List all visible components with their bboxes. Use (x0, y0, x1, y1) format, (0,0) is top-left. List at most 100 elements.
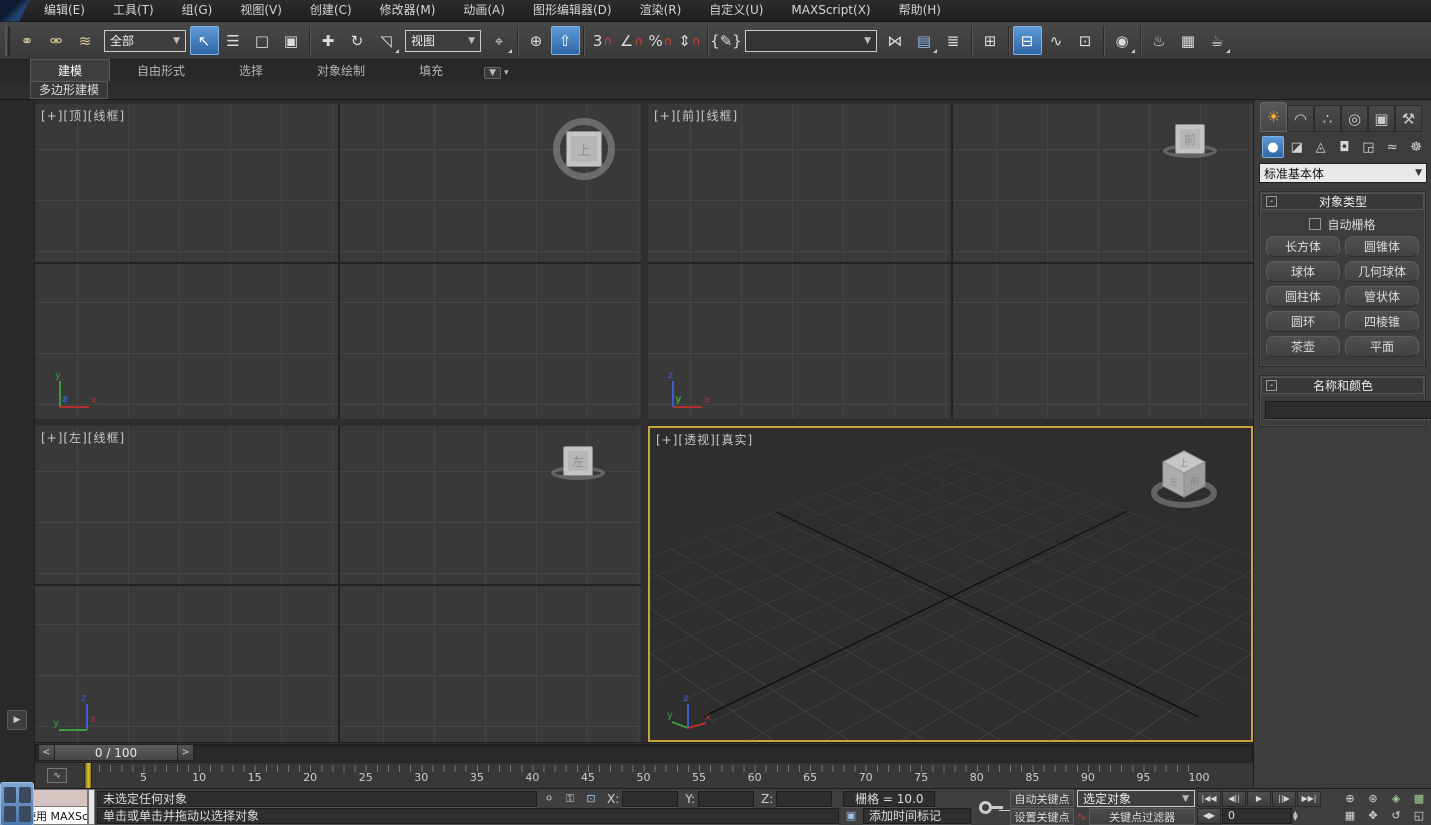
category-shapes[interactable]: ◪ (1286, 136, 1308, 158)
tab-hierarchy[interactable]: ∴ (1314, 105, 1341, 132)
teapot-button[interactable]: 茶壶 (1266, 336, 1340, 357)
percent-snap-button[interactable]: %∩ (646, 26, 675, 55)
ribbon-tab-selection[interactable]: 选择 (212, 60, 290, 81)
select-by-name-button[interactable]: ☰ (219, 26, 248, 55)
unlink-selection-button[interactable]: ⚮ (42, 26, 71, 55)
viewport-front[interactable]: [+][前][线框] 前 z x y (648, 104, 1253, 419)
plane-button[interactable]: 平面 (1345, 336, 1419, 357)
box-button[interactable]: 长方体 (1266, 236, 1340, 257)
reference-coordinate-dropdown[interactable]: 视图▼ (405, 30, 481, 52)
tab-display[interactable]: ▣ (1368, 105, 1395, 132)
next-frame-arrow[interactable]: > (177, 744, 194, 761)
key-mode-toggle-button[interactable]: ◀▶ (1197, 808, 1221, 824)
primitive-category-dropdown[interactable]: 标准基本体▼ (1259, 163, 1427, 183)
cone-button[interactable]: 圆锥体 (1345, 236, 1419, 257)
schematic-view-button[interactable]: ⊡ (1071, 26, 1100, 55)
menu-rendering[interactable]: 渲染(R) (626, 3, 696, 17)
viewcube-front[interactable]: 前 (1171, 122, 1217, 168)
viewport-left[interactable]: [+][左][线框] 左 y x z (35, 426, 641, 742)
viewport-left-label[interactable]: [+][左][线框] (41, 429, 125, 446)
material-editor-button[interactable]: ◉ (1108, 26, 1137, 55)
menu-create[interactable]: 创建(C) (296, 3, 366, 17)
viewcube-perspective[interactable]: 上 左 前 (1141, 442, 1227, 514)
y-coordinate-field[interactable] (698, 791, 754, 807)
window-crossing-button[interactable]: ▣ (277, 26, 306, 55)
select-and-manipulate-button[interactable]: ⊕ (522, 26, 551, 55)
auto-key-button[interactable]: 自动关键点 (1010, 790, 1074, 807)
z-coordinate-field[interactable] (776, 791, 832, 807)
object-name-input[interactable] (1265, 401, 1431, 419)
previous-frame-arrow[interactable]: < (38, 744, 55, 761)
tab-create[interactable]: ☀ (1260, 102, 1287, 132)
viewport-layout-tabs[interactable] (0, 782, 34, 825)
selection-set-dropdown[interactable]: 选定对象▼ (1077, 790, 1195, 807)
render-production-button[interactable]: ☕ (1203, 26, 1232, 55)
menu-customize[interactable]: 自定义(U) (695, 3, 777, 17)
select-and-rotate-button[interactable]: ↻ (343, 26, 372, 55)
bind-to-space-warp-button[interactable]: ≋ (71, 26, 100, 55)
rendered-frame-window-button[interactable]: ▦ (1174, 26, 1203, 55)
ribbon-minimize-button[interactable]: ▼▾ (484, 67, 508, 79)
open-mini-curve-editor-button[interactable]: ∿ (47, 768, 67, 783)
align-button[interactable]: ▤ (910, 26, 939, 55)
select-and-scale-button[interactable]: ◹ (372, 26, 401, 55)
manage-layers-button[interactable]: ≣ (939, 26, 968, 55)
set-key-button[interactable]: 设置关键点 (1010, 808, 1074, 825)
toggle-scene-explorer-button[interactable]: ⊞ (976, 26, 1005, 55)
cylinder-button[interactable]: 圆柱体 (1266, 286, 1340, 307)
frame-spinner[interactable]: ▲▼ (1293, 811, 1298, 821)
curve-editor-button[interactable]: ∿ (1042, 26, 1071, 55)
time-slider-handle[interactable]: < 0 / 100 > (38, 744, 194, 761)
edit-named-selection-sets-button[interactable]: {✎} (712, 26, 741, 55)
ribbon-tab-modeling[interactable]: 建模 (30, 59, 110, 81)
absolute-offset-mode-icon[interactable]: ⊡ (582, 791, 600, 807)
menu-modifiers[interactable]: 修改器(M) (366, 3, 450, 17)
app-logo[interactable] (0, 0, 30, 22)
selection-filter-dropdown[interactable]: 全部▼ (104, 30, 186, 52)
tube-button[interactable]: 管状体 (1345, 286, 1419, 307)
listener-scrollbar[interactable] (88, 789, 95, 825)
time-marker[interactable] (84, 763, 92, 788)
pan-view-button[interactable]: ✥ (1362, 808, 1384, 824)
pyramid-button[interactable]: 四棱锥 (1345, 311, 1419, 332)
zoom-extents-all-button[interactable]: ▩ (1408, 791, 1430, 807)
x-coordinate-field[interactable] (622, 791, 678, 807)
object-type-rollout-header[interactable]: - 对象类型 (1261, 193, 1424, 210)
select-object-button[interactable]: ↖ (190, 26, 219, 55)
ribbon-tab-freeform[interactable]: 自由形式 (110, 60, 212, 81)
menu-group[interactable]: 组(G) (168, 3, 227, 17)
viewcube-top[interactable]: 上 (553, 118, 615, 180)
category-systems[interactable]: ☸ (1405, 136, 1427, 158)
go-to-end-button[interactable]: ▶▶| (1297, 791, 1321, 807)
key-filters-button[interactable]: 关键点过滤器 (1089, 808, 1195, 825)
next-frame-button[interactable]: ||▶ (1272, 791, 1296, 807)
play-button[interactable]: ▶ (1247, 791, 1271, 807)
autogrid-checkbox[interactable] (1309, 218, 1321, 230)
tab-motion[interactable]: ◎ (1341, 105, 1368, 132)
maximize-viewport-button[interactable]: ◱ (1408, 808, 1430, 824)
select-and-link-button[interactable]: ⚭ (13, 26, 42, 55)
selection-region-button[interactable]: □ (248, 26, 277, 55)
field-of-view-button[interactable]: ▦ (1339, 808, 1361, 824)
menu-edit[interactable]: 编辑(E) (30, 3, 99, 17)
keyboard-shortcut-override-button[interactable]: ⇧ (551, 26, 580, 55)
zoom-extents-button[interactable]: ◈ (1385, 791, 1407, 807)
time-slider-value[interactable]: 0 / 100 (55, 744, 177, 761)
previous-frame-button[interactable]: ◀|| (1222, 791, 1246, 807)
menu-animation[interactable]: 动画(A) (449, 3, 519, 17)
selection-lock-icon[interactable]: ⚿ (561, 791, 579, 807)
sphere-button[interactable]: 球体 (1266, 261, 1340, 282)
select-and-move-button[interactable]: ✚ (314, 26, 343, 55)
category-helpers[interactable]: ◲ (1357, 136, 1379, 158)
trackbar-ruler[interactable]: 0510152025303540455055606570758085909510… (88, 763, 1199, 788)
menu-views[interactable]: 视图(V) (226, 3, 296, 17)
viewport-perspective[interactable]: [+][透视][真实] 上 左 前 z (648, 426, 1253, 742)
spinner-snap-button[interactable]: ⇕∩ (675, 26, 704, 55)
use-pivot-point-center-button[interactable]: ⌖ (485, 26, 514, 55)
category-lights[interactable]: ◬ (1310, 136, 1332, 158)
menu-graph-editors[interactable]: 图形编辑器(D) (519, 3, 626, 17)
category-space-warps[interactable]: ≈ (1381, 136, 1403, 158)
go-to-start-button[interactable]: |◀◀ (1197, 791, 1221, 807)
expand-panel-button[interactable]: ▶ (7, 710, 27, 730)
ribbon-tab-object-paint[interactable]: 对象绘制 (290, 60, 392, 81)
